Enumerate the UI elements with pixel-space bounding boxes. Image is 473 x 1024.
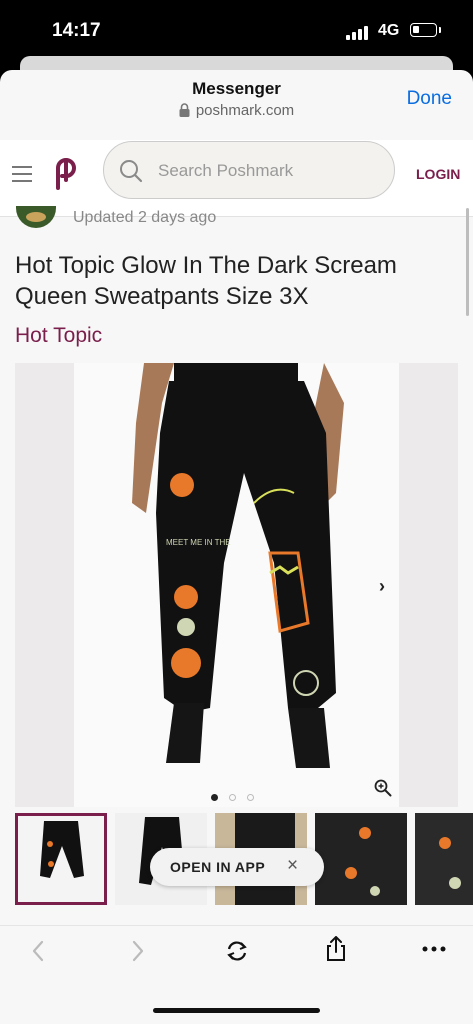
listing-title: Hot Topic Glow In The Dark Scream Queen …: [15, 252, 397, 310]
carousel-dot[interactable]: [229, 794, 236, 801]
brand-link[interactable]: Hot Topic: [15, 324, 102, 348]
search-bar[interactable]: Search Poshmark: [103, 141, 395, 199]
share-icon[interactable]: [325, 936, 347, 962]
done-button[interactable]: Done: [407, 88, 452, 110]
thumbnail[interactable]: [415, 813, 473, 905]
chevron-left-icon[interactable]: [30, 940, 46, 962]
thumbnail[interactable]: [315, 813, 407, 905]
search-icon: [120, 160, 143, 183]
refresh-icon[interactable]: [224, 940, 250, 962]
browser-url: poshmark.com: [0, 102, 473, 119]
open-in-app-banner[interactable]: OPEN IN APP ×: [150, 848, 324, 886]
close-icon[interactable]: ×: [287, 855, 298, 877]
status-time: 14:17: [52, 20, 101, 41]
chevron-right-icon[interactable]: [130, 940, 146, 962]
signal-icon: [346, 26, 368, 40]
seller-avatar[interactable]: [16, 206, 56, 228]
carousel-dot[interactable]: [211, 794, 218, 801]
svg-text:MEET ME IN THE: MEET ME IN THE: [166, 538, 231, 547]
product-image: MEET ME IN THE: [132, 363, 344, 768]
chevron-right-icon[interactable]: ›: [379, 576, 385, 597]
poshmark-logo-icon[interactable]: [52, 158, 80, 190]
login-link[interactable]: LOGIN: [416, 166, 460, 182]
scrollbar[interactable]: [466, 208, 469, 316]
browser-title: Messenger: [192, 79, 281, 98]
carousel-dots: [211, 788, 265, 806]
search-input[interactable]: Search Poshmark: [158, 161, 293, 181]
thumbnail[interactable]: [15, 813, 107, 905]
battery-icon: [410, 23, 437, 37]
open-in-app-button[interactable]: OPEN IN APP: [170, 859, 265, 875]
updated-text: Updated 2 days ago: [73, 209, 217, 226]
zoom-in-icon[interactable]: [374, 779, 392, 797]
hamburger-icon[interactable]: [12, 166, 32, 182]
status-bar: 14:17 4G: [0, 0, 473, 62]
lock-icon: [179, 103, 190, 117]
listing-main-photo[interactable]: MEET ME IN THE ›: [15, 363, 458, 807]
more-icon[interactable]: [422, 946, 446, 952]
in-app-browser: Messenger poshmark.com Done Search Poshm…: [0, 70, 473, 1024]
carousel-dot[interactable]: [247, 794, 254, 801]
network-type: 4G: [378, 22, 400, 39]
home-indicator: [153, 1008, 320, 1013]
browser-url-text: poshmark.com: [195, 102, 295, 119]
